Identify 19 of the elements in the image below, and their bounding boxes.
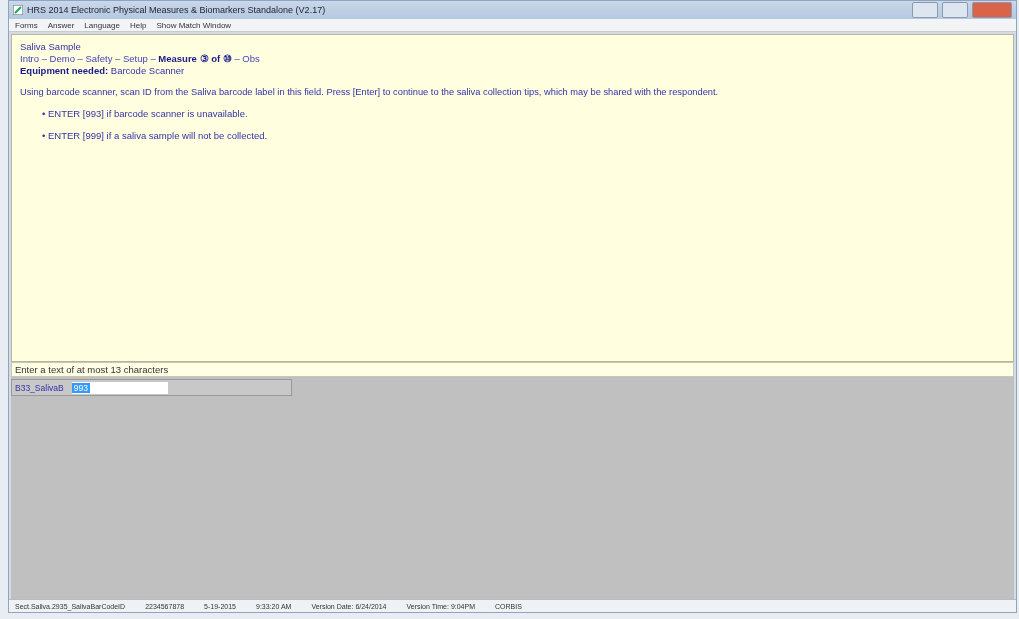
menu-item[interactable]: Forms	[15, 20, 38, 30]
equipment-text: Barcode Scanner	[110, 65, 185, 76]
app-icon	[13, 5, 23, 15]
menu-item[interactable]: Language	[84, 20, 120, 30]
question-title: Saliva Sample	[20, 41, 82, 53]
maximize-button[interactable]	[942, 2, 968, 18]
minimize-button[interactable]	[912, 2, 938, 18]
menu-item[interactable]: Show Match Window	[156, 20, 232, 30]
bullet-text: • ENTER [999] if a saliva sample will not be collected.	[42, 130, 269, 142]
equipment-label: Equipment needed:	[20, 65, 109, 76]
window-title: HRS 2014 Electronic Physical Measures & Biomarkers Standalone (V2.17)	[27, 5, 327, 15]
instruction-text: Using barcode scanner, scan ID from the Saliva barcode label in this field. Press [Enter] to continue to the saliva collection tips, which may be shared with the respondent.	[20, 86, 720, 98]
breadcrumb-text: Intro – Demo – Safety – Setup – Measure ③ of ⑩ – Obs	[20, 53, 260, 64]
menu-item[interactable]: Answer	[47, 20, 75, 30]
bullet-text: • ENTER [993] if barcode scanner is unavailable.	[42, 108, 249, 120]
menu-item[interactable]: Help	[129, 20, 147, 30]
close-button[interactable]	[972, 2, 1012, 18]
field-label: B33_SalivaB	[15, 382, 64, 393]
hint-text: Enter a text of at most 13 characters	[11, 362, 1014, 377]
